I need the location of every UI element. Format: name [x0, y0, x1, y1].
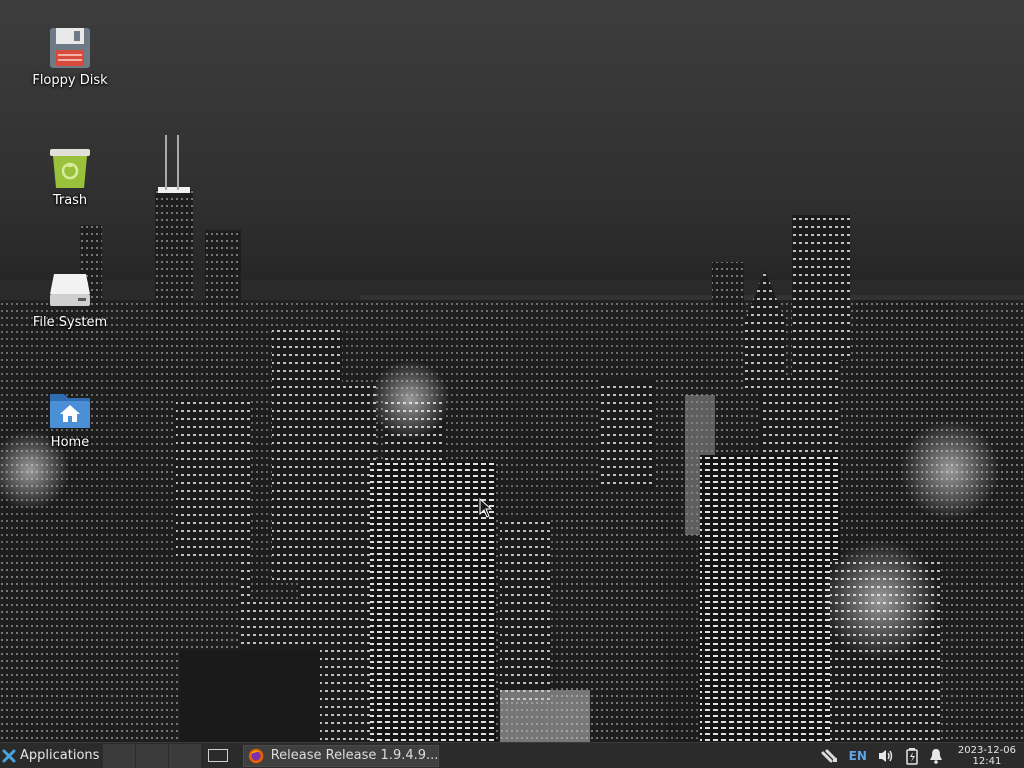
- network-wired-icon[interactable]: [821, 749, 839, 763]
- mouse-pointer-icon: [479, 498, 493, 518]
- home-folder-icon: [48, 388, 92, 432]
- xfce-logo-icon: [2, 749, 16, 762]
- desktop-icon-file-system[interactable]: File System: [20, 268, 120, 330]
- system-tray: EN 2023-12-06 12:41: [816, 743, 1024, 768]
- desktop-icon-label: File System: [32, 315, 108, 330]
- desktop-icon-label: Trash: [52, 193, 88, 208]
- desktop[interactable]: Floppy Disk Trash File System Home: [0, 0, 1024, 742]
- workspace-2-button[interactable]: [136, 743, 170, 768]
- desktop-icon-trash[interactable]: Trash: [20, 146, 120, 208]
- firefox-icon: [249, 748, 264, 763]
- show-desktop-icon: [208, 749, 229, 762]
- keyboard-layout-indicator[interactable]: EN: [849, 749, 867, 763]
- taskbar: Applications Release Release 1.9.4.9... …: [0, 742, 1024, 768]
- clock-time: 12:41: [972, 755, 1002, 767]
- show-desktop-button[interactable]: [201, 744, 235, 768]
- taskbar-window-button[interactable]: Release Release 1.9.4.9...: [243, 744, 440, 767]
- workspace-3-button[interactable]: [169, 743, 202, 768]
- workspace-1-button[interactable]: [103, 743, 137, 768]
- floppy-disk-icon: [48, 26, 92, 70]
- taskbar-window-title: Release Release 1.9.4.9...: [270, 748, 439, 763]
- volume-icon[interactable]: [877, 748, 895, 764]
- trash-icon: [48, 146, 92, 190]
- desktop-icon-floppy-disk[interactable]: Floppy Disk: [20, 26, 120, 88]
- applications-menu-label: Applications: [20, 748, 100, 763]
- file-system-icon: [48, 268, 92, 312]
- desktop-icon-home[interactable]: Home: [20, 388, 120, 450]
- battery-icon[interactable]: [905, 747, 919, 765]
- applications-menu-button[interactable]: Applications: [0, 743, 103, 768]
- notifications-bell-icon[interactable]: [929, 748, 943, 764]
- desktop-icon-label: Home: [50, 435, 90, 450]
- desktop-icon-label: Floppy Disk: [32, 73, 108, 88]
- wallpaper-image: [0, 135, 1024, 742]
- clock-date: 2023-12-06: [957, 744, 1016, 756]
- clock[interactable]: 2023-12-06 12:41: [958, 745, 1016, 767]
